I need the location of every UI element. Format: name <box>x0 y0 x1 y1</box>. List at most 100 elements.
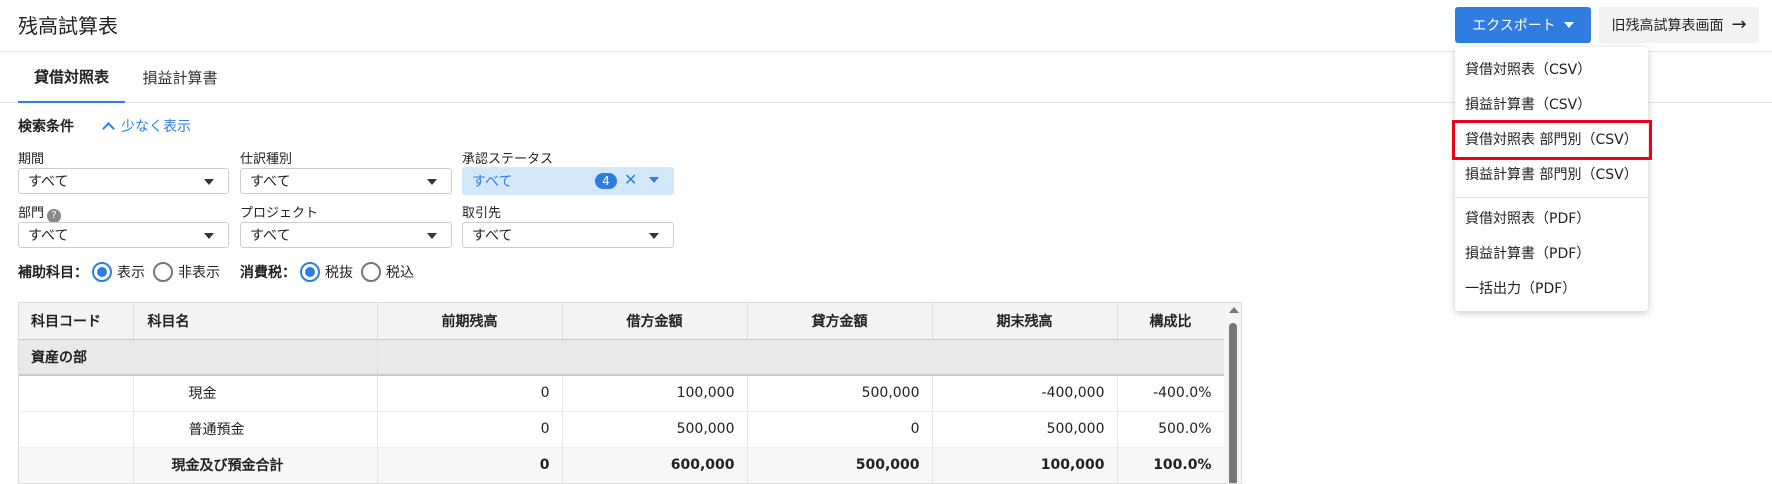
project-label: プロジェクト <box>240 206 319 221</box>
column-header[interactable]: 貸方金額 <box>747 303 933 340</box>
approval-status-value: すべて <box>472 174 513 190</box>
debit-cell: 600,000 <box>562 447 748 483</box>
period-label: 期間 <box>18 152 45 167</box>
sub-account-label: 補助科目： <box>18 265 88 281</box>
caret-down-icon <box>204 233 214 239</box>
debit-cell: 100,000 <box>562 375 748 412</box>
table-row[interactable]: 現金 0 100,000 500,000 -400,000 -400.0% <box>19 375 1225 412</box>
sub-account-show-label[interactable]: 表示 <box>117 262 145 282</box>
arrow-right-icon: → <box>1731 14 1747 35</box>
column-header[interactable]: 期末残高 <box>932 303 1118 340</box>
account-code-cell <box>19 447 134 483</box>
help-icon[interactable]: ? <box>47 208 62 223</box>
tax-label: 消費税： <box>240 265 296 281</box>
sub-account-show-radio[interactable] <box>92 262 112 282</box>
journal-type-label: 仕訳種別 <box>240 152 293 167</box>
period-value: すべて <box>28 174 69 190</box>
show-less-toggle[interactable]: 少なく表示 <box>102 116 191 136</box>
export-button-label: エクスポート <box>1472 18 1556 34</box>
account-name-cell: 現金 <box>133 375 378 412</box>
journal-type-value: すべて <box>250 174 291 190</box>
menu-item-pl-dept-csv[interactable]: 損益計算書 部門別（CSV） <box>1455 156 1648 192</box>
table-row[interactable]: 普通預金 0 500,000 0 500,000 500.0% <box>19 411 1225 448</box>
old-trial-balance-button[interactable]: 旧残高試算表画面 → <box>1599 7 1759 43</box>
menu-item-bs-dept-csv[interactable]: 貸借対照表 部門別（CSV） <box>1455 121 1648 157</box>
caret-down-icon <box>427 233 437 239</box>
debit-cell: 500,000 <box>562 411 748 448</box>
department-select[interactable]: すべて <box>18 222 229 248</box>
journal-type-select[interactable]: すべて <box>240 168 452 194</box>
column-header[interactable]: 借方金額 <box>562 303 748 340</box>
account-code-cell <box>19 411 134 448</box>
approval-status-label: 承認ステータス <box>462 152 554 167</box>
project-select[interactable]: すべて <box>240 222 452 248</box>
subtotal-name-cell: 現金及び預金合計 <box>133 447 378 483</box>
export-button[interactable]: エクスポート <box>1455 7 1591 43</box>
section-empty-cell <box>377 339 1225 376</box>
ratio-cell: 500.0% <box>1117 411 1225 448</box>
account-name-cell: 普通預金 <box>133 411 378 448</box>
caret-down-icon <box>1563 22 1574 28</box>
end-balance-cell: 100,000 <box>932 447 1118 483</box>
credit-cell: 500,000 <box>747 375 933 412</box>
show-less-label: 少なく表示 <box>121 119 191 135</box>
credit-cell: 0 <box>747 411 933 448</box>
tab-profit-loss[interactable]: 損益計算書 <box>130 52 230 103</box>
menu-item-bs-pdf[interactable]: 貸借対照表（PDF） <box>1455 200 1648 236</box>
tax-excluded-label[interactable]: 税抜 <box>325 262 353 282</box>
export-menu: 貸借対照表（CSV） 損益計算書（CSV） 貸借対照表 部門別（CSV） 損益計… <box>1455 47 1648 311</box>
prev-balance-cell: 0 <box>377 447 563 483</box>
ratio-cell: 100.0% <box>1117 447 1225 483</box>
menu-item-bulk-pdf[interactable]: 一括出力（PDF） <box>1455 270 1648 306</box>
tax-included-radio[interactable] <box>361 262 381 282</box>
clear-icon[interactable]: ✕ <box>624 170 637 189</box>
scroll-up-icon[interactable] <box>1229 307 1239 313</box>
table-scrollbar[interactable] <box>1224 303 1241 483</box>
page-title: 残高試算表 <box>18 14 118 38</box>
old-trial-balance-label: 旧残高試算表画面 <box>1611 18 1724 34</box>
prev-balance-cell: 0 <box>377 411 563 448</box>
project-value: すべて <box>250 228 291 244</box>
caret-down-icon <box>204 179 214 185</box>
column-header[interactable]: 構成比 <box>1117 303 1225 340</box>
tax-excluded-radio[interactable] <box>300 262 320 282</box>
menu-item-pl-pdf[interactable]: 損益計算書（PDF） <box>1455 235 1648 271</box>
sub-account-hide-label[interactable]: 非表示 <box>178 262 220 282</box>
department-label-text: 部門 <box>18 206 45 221</box>
caret-down-icon <box>427 179 437 185</box>
column-header[interactable]: 科目コード <box>19 303 134 340</box>
table-header-row: 科目コード 科目名 前期残高 借方金額 貸方金額 期末残高 構成比 <box>19 303 1225 340</box>
ratio-cell: -400.0% <box>1117 375 1225 412</box>
page-header: 残高試算表 エクスポート 旧残高試算表画面 → <box>0 0 1772 52</box>
menu-item-bs-csv[interactable]: 貸借対照表（CSV） <box>1455 51 1648 87</box>
trial-balance-table: 科目コード 科目名 前期残高 借方金額 貸方金額 期末残高 構成比 資産の部 現… <box>18 302 1242 484</box>
section-row: 資産の部 <box>19 339 1225 376</box>
end-balance-cell: -400,000 <box>932 375 1118 412</box>
caret-down-icon <box>649 177 659 183</box>
chevron-up-icon <box>102 122 115 135</box>
sub-account-hide-radio[interactable] <box>153 262 173 282</box>
menu-item-pl-csv[interactable]: 損益計算書（CSV） <box>1455 86 1648 122</box>
selected-count-badge: 4 <box>595 173 617 189</box>
account-code-cell <box>19 375 134 412</box>
tab-balance-sheet[interactable]: 貸借対照表 <box>18 52 125 103</box>
department-label: 部門? <box>18 202 62 223</box>
tax-included-label[interactable]: 税込 <box>386 262 414 282</box>
partner-value: すべて <box>472 228 513 244</box>
display-options: 補助科目： 表示 非表示 消費税： 税抜 税込 <box>18 261 422 283</box>
column-header[interactable]: 前期残高 <box>377 303 563 340</box>
end-balance-cell: 500,000 <box>932 411 1118 448</box>
period-select[interactable]: すべて <box>18 168 229 194</box>
partner-label: 取引先 <box>462 206 502 221</box>
caret-down-icon <box>649 233 659 239</box>
scroll-thumb[interactable] <box>1229 323 1237 483</box>
partner-select[interactable]: すべて <box>462 222 674 248</box>
credit-cell: 500,000 <box>747 447 933 483</box>
filter-title: 検索条件 <box>18 119 74 135</box>
menu-divider <box>1455 197 1648 198</box>
prev-balance-cell: 0 <box>377 375 563 412</box>
department-value: すべて <box>28 228 69 244</box>
subtotal-row[interactable]: 現金及び預金合計 0 600,000 500,000 100,000 100.0… <box>19 447 1225 483</box>
column-header[interactable]: 科目名 <box>133 303 378 340</box>
approval-status-select[interactable]: すべて 4 ✕ <box>462 167 674 195</box>
